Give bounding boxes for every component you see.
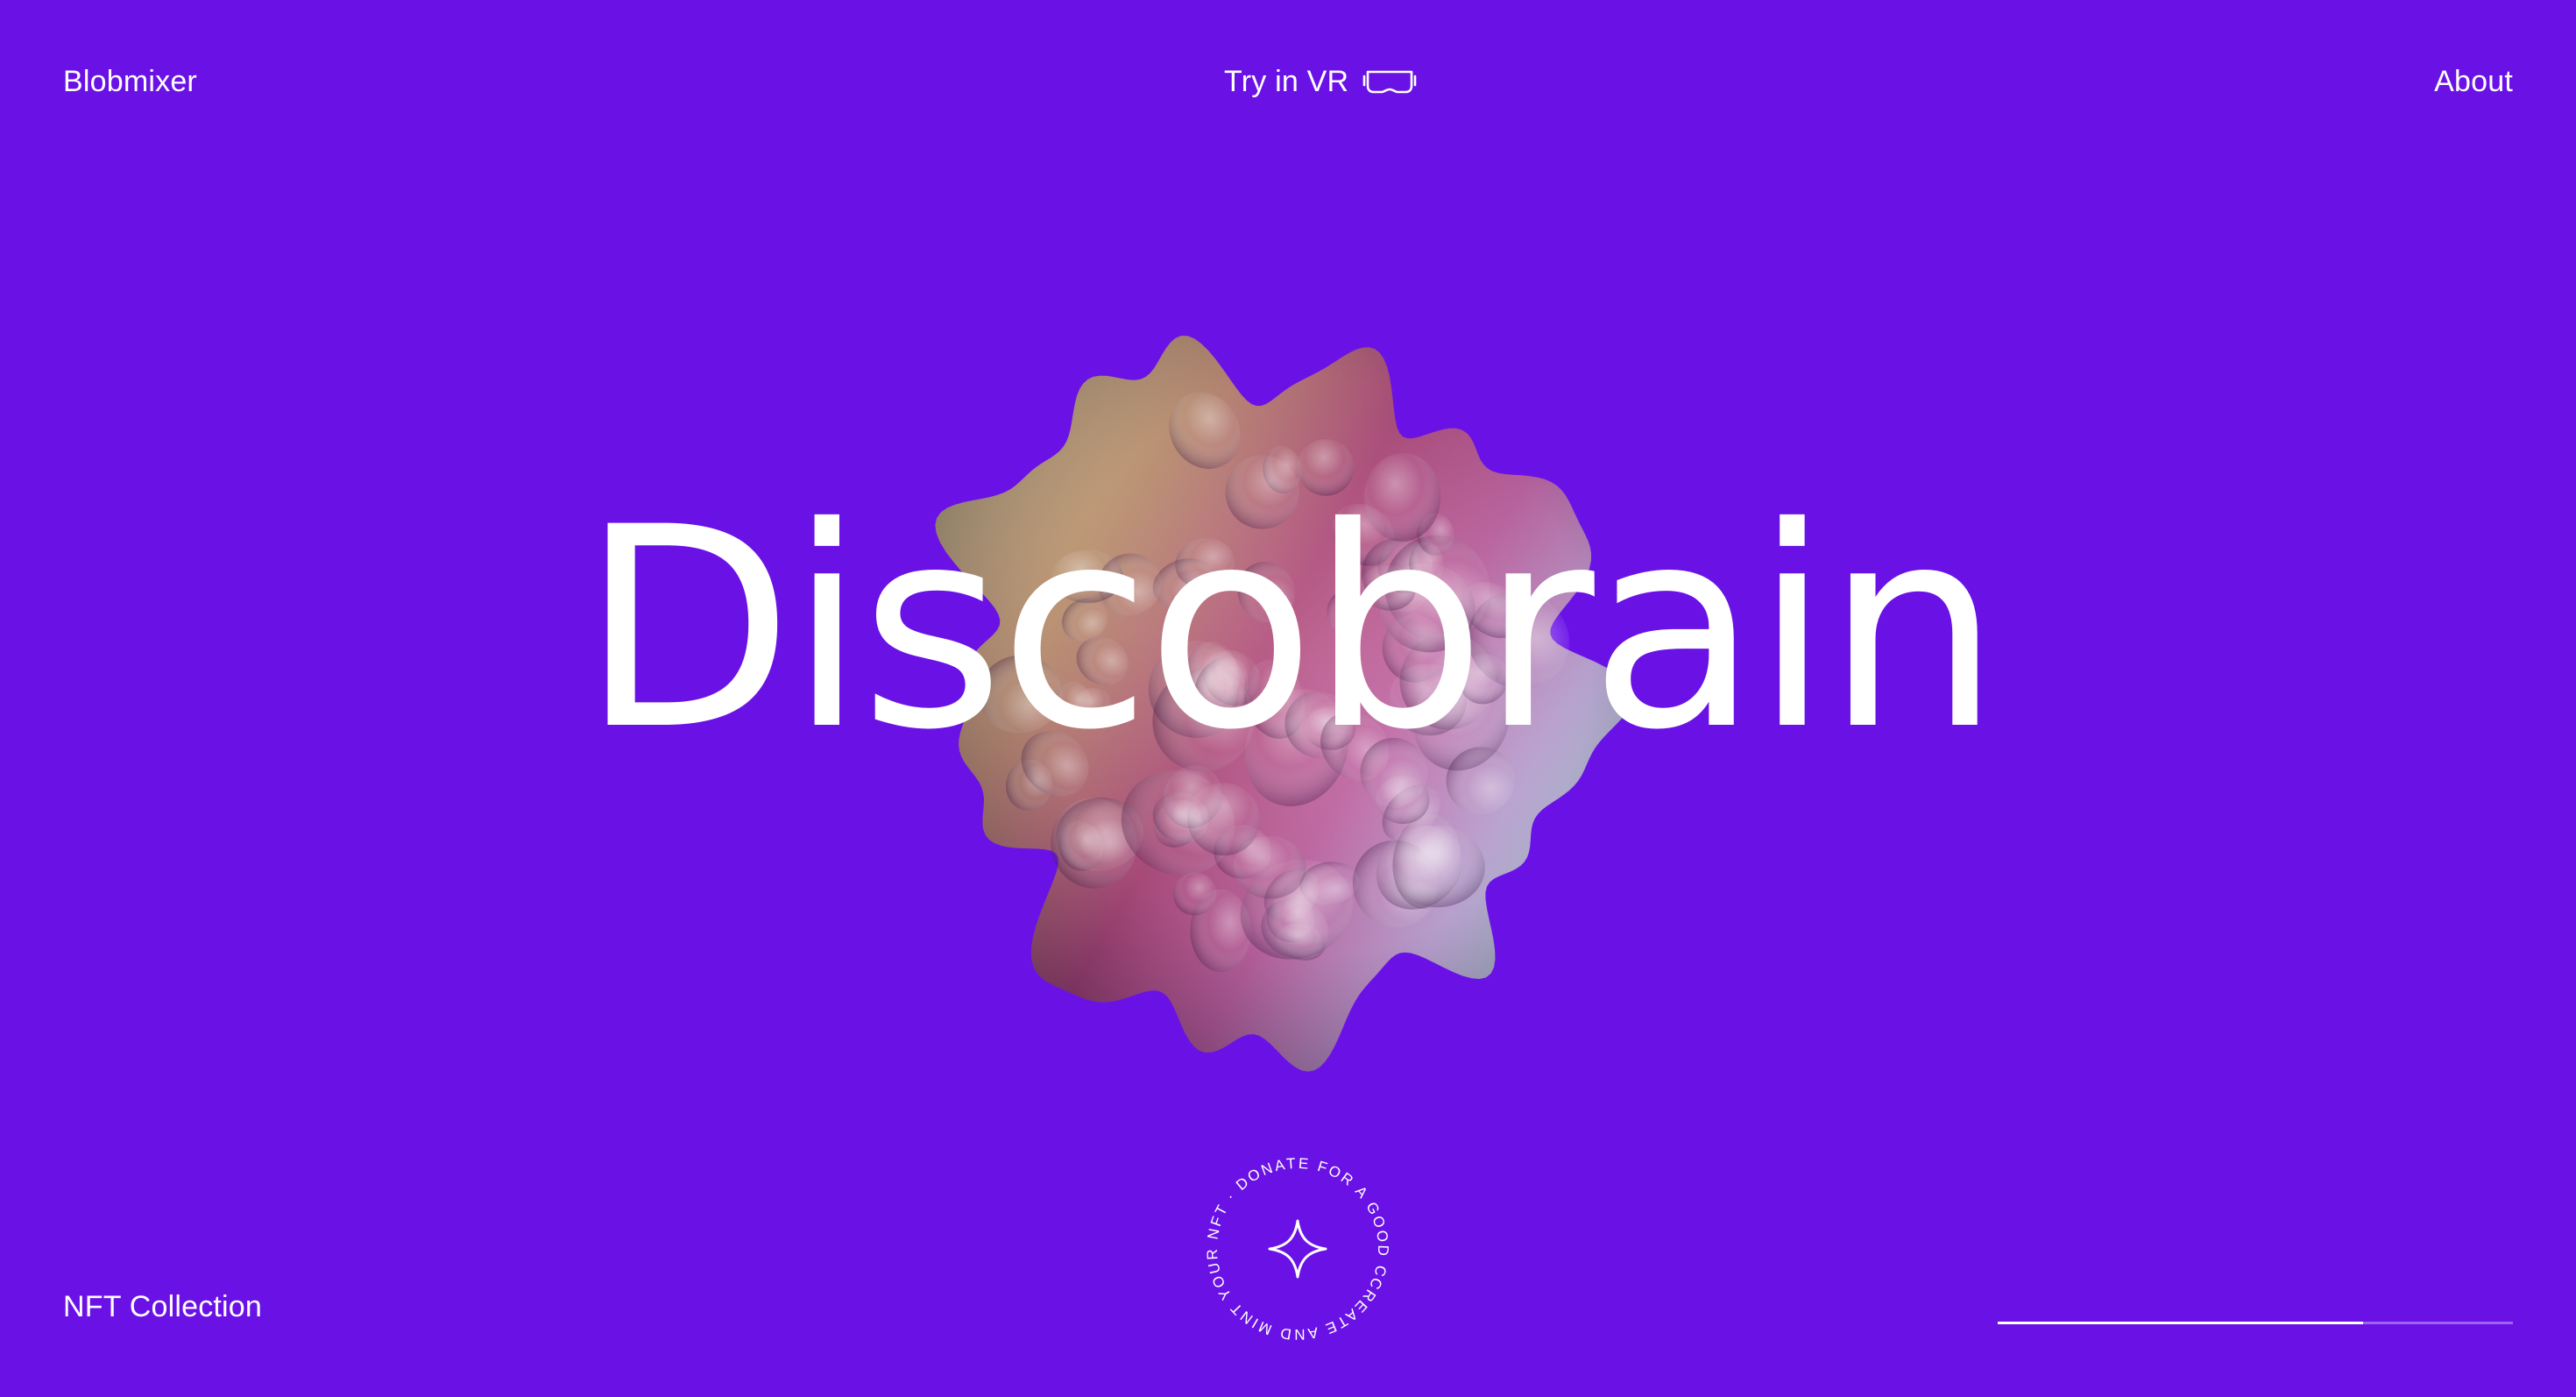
scroll-progress-bar: [1998, 1322, 2513, 1324]
try-in-vr-label: Try in VR: [1224, 65, 1349, 98]
mint-nft-badge[interactable]: CREATE AND MINT YOUR NFT · DONATE FOR A …: [1171, 1129, 1431, 1393]
nft-collection-link[interactable]: NFT Collection: [63, 1292, 262, 1322]
scroll-progress-fill: [1998, 1322, 2364, 1324]
brand-logo-link[interactable]: Blobmixer: [63, 67, 197, 96]
try-in-vr-link[interactable]: Try in VR: [1224, 67, 1417, 96]
badge-ring-text: CREATE AND MINT YOUR NFT · DONATE FOR A …: [1171, 1129, 1431, 1393]
about-link[interactable]: About: [2434, 67, 2513, 96]
hero-title: Discobrain: [580, 468, 2000, 791]
sparkle-icon: [1268, 1219, 1327, 1279]
vr-headset-icon: [1362, 70, 1417, 94]
